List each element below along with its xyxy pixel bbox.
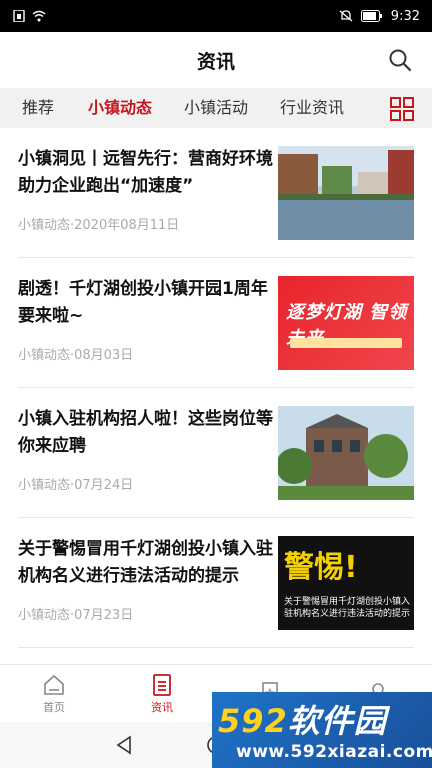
back-icon[interactable] xyxy=(115,735,135,755)
news-meta: 小镇动态·07月23日 xyxy=(18,608,134,623)
news-item[interactable]: 小镇洞见丨远智先行：营商好环境助力企业跑出“加速度” 小镇动态·2020年08月… xyxy=(18,128,414,258)
thumbnail-heading: 警惕! xyxy=(284,550,358,585)
wifi-icon xyxy=(32,10,46,22)
nav-news[interactable]: 资讯 xyxy=(108,665,216,722)
grid-menu-icon[interactable] xyxy=(390,97,414,121)
news-item[interactable]: 小镇入驻机构招人啦！这些岗位等你来应聘 小镇动态·07月24日 xyxy=(18,388,414,518)
sim-icon xyxy=(13,10,25,22)
tab-town-events[interactable]: 小镇活动 xyxy=(164,88,260,128)
news-item[interactable]: 关于警惕冒用千灯湖创投小镇入驻机构名义进行违法活动的提示 小镇动态·07月23日… xyxy=(18,518,414,648)
nav-label: 首页 xyxy=(43,700,65,714)
category-tabs: 推荐 小镇动态 小镇活动 行业资讯 xyxy=(0,88,432,128)
watermark-brand: 软件园 xyxy=(287,702,387,740)
news-thumbnail xyxy=(278,406,414,500)
news-meta: 小镇动态·07月24日 xyxy=(18,478,134,493)
nav-home[interactable]: 首页 xyxy=(0,665,108,722)
tab-recommend[interactable]: 推荐 xyxy=(0,88,76,128)
news-meta: 小镇动态·08月03日 xyxy=(18,348,134,363)
battery-icon xyxy=(360,10,382,22)
thumbnail-caption: 关于警惕冒用千灯湖创投小镇入驻机构名义进行违法活动的提示 xyxy=(284,597,411,619)
watermark-number: 592 xyxy=(218,702,288,740)
news-title: 关于警惕冒用千灯湖创投小镇入驻机构名义进行违法活动的提示 xyxy=(18,539,273,586)
document-icon xyxy=(153,673,171,696)
news-thumbnail: 逐梦灯湖 智领未来 xyxy=(278,276,414,370)
app-header: 资讯 xyxy=(0,32,432,88)
status-time: 9:32 xyxy=(390,8,420,24)
site-watermark: 592软件园 www.592xiazai.com xyxy=(212,692,432,768)
news-list: 小镇洞见丨远智先行：营商好环境助力企业跑出“加速度” 小镇动态·2020年08月… xyxy=(0,128,432,648)
tab-town-news[interactable]: 小镇动态 xyxy=(76,88,164,128)
news-item[interactable]: 剧透！千灯湖创投小镇开园1周年要来啦~ 小镇动态·08月03日 逐梦灯湖 智领未… xyxy=(18,258,414,388)
news-title: 小镇洞见丨远智先行：营商好环境助力企业跑出“加速度” xyxy=(18,149,273,196)
nav-label: 资讯 xyxy=(151,700,173,714)
status-bar: 9:32 xyxy=(0,0,432,32)
home-icon xyxy=(44,674,64,695)
search-icon[interactable] xyxy=(388,48,412,72)
news-title: 小镇入驻机构招人啦！这些岗位等你来应聘 xyxy=(18,409,273,456)
tab-industry-news[interactable]: 行业资讯 xyxy=(260,88,356,128)
page-title: 资讯 xyxy=(196,50,235,73)
news-meta: 小镇动态·2020年08月11日 xyxy=(18,218,180,233)
mute-icon xyxy=(339,10,353,22)
news-title: 剧透！千灯湖创投小镇开园1周年要来啦~ xyxy=(18,279,268,326)
news-thumbnail: 警惕! 关于警惕冒用千灯湖创投小镇入驻机构名义进行违法活动的提示 xyxy=(278,536,414,630)
news-thumbnail xyxy=(278,146,414,240)
watermark-url: www.592xiazai.com xyxy=(236,742,432,762)
